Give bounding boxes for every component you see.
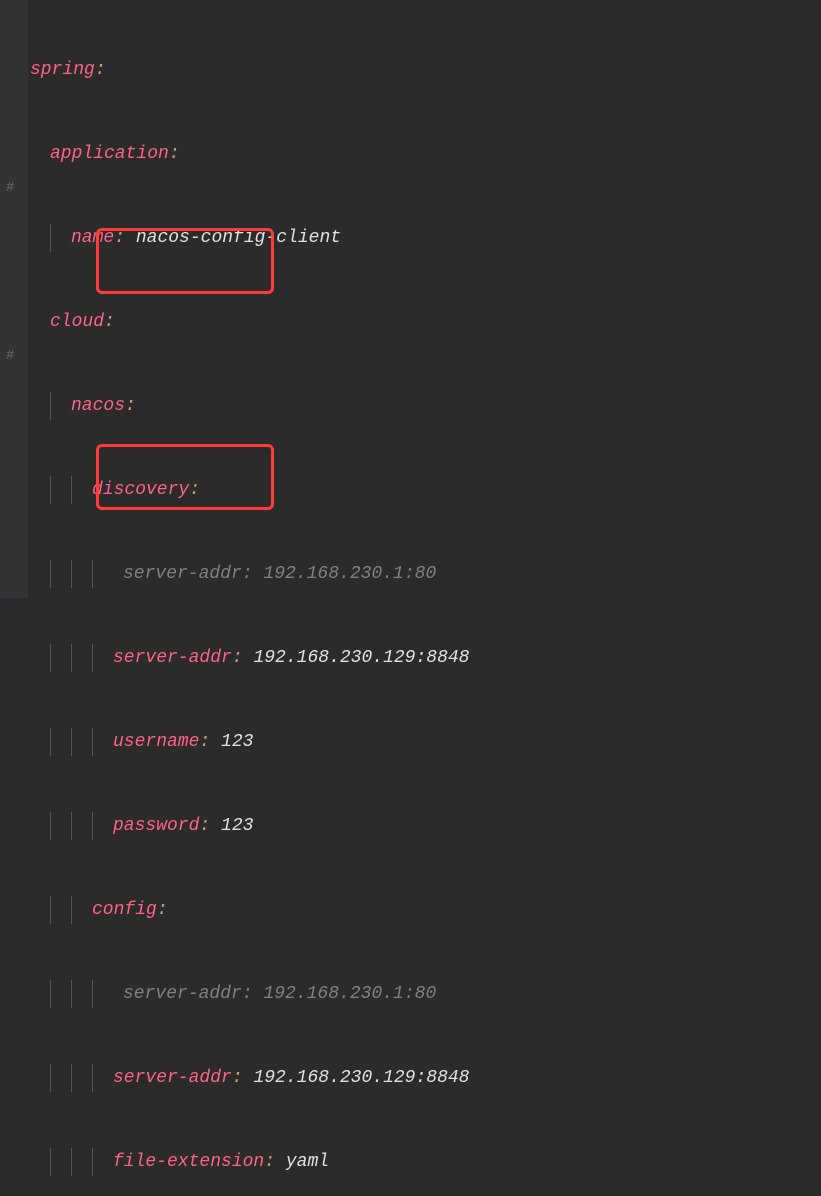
yaml-line: server-addr: 192.168.230.1:80: [30, 560, 792, 588]
colon: :: [232, 1064, 243, 1092]
colon: :: [199, 812, 210, 840]
colon: :: [95, 56, 106, 84]
yaml-value: nacos-config-client: [136, 224, 341, 252]
yaml-key: server-addr: [113, 644, 232, 672]
colon: :: [157, 896, 168, 924]
code-editor[interactable]: spring: application: name: nacos-config-…: [30, 0, 792, 1196]
yaml-line: nacos:: [30, 392, 792, 420]
yaml-value: 123: [221, 812, 253, 840]
yaml-comment: server-addr: 192.168.230.1:80: [123, 560, 436, 588]
yaml-line: password: 123: [30, 812, 792, 840]
gutter-hash-icon: #: [6, 342, 14, 370]
yaml-key: spring: [30, 56, 95, 84]
colon: :: [104, 308, 115, 336]
yaml-key: password: [113, 812, 199, 840]
yaml-value: 192.168.230.129:8848: [253, 1064, 469, 1092]
yaml-line: discovery:: [30, 476, 792, 504]
yaml-line: config:: [30, 896, 792, 924]
yaml-key: discovery: [92, 476, 189, 504]
yaml-line: cloud:: [30, 308, 792, 336]
yaml-key: file-extension: [113, 1148, 264, 1176]
yaml-value: yaml: [286, 1148, 329, 1176]
colon: :: [199, 728, 210, 756]
gutter-hash-icon: #: [6, 174, 14, 202]
colon: :: [189, 476, 200, 504]
yaml-value: 192.168.230.129:8848: [253, 644, 469, 672]
colon: :: [232, 644, 243, 672]
yaml-line: name: nacos-config-client: [30, 224, 792, 252]
yaml-key: application: [50, 140, 169, 168]
yaml-key: name: [71, 224, 114, 252]
yaml-line: file-extension: yaml: [30, 1148, 792, 1176]
yaml-key: config: [92, 896, 157, 924]
colon: :: [264, 1148, 275, 1176]
colon: :: [125, 392, 136, 420]
yaml-line: username: 123: [30, 728, 792, 756]
yaml-value: 123: [221, 728, 253, 756]
yaml-key: username: [113, 728, 199, 756]
yaml-key: nacos: [71, 392, 125, 420]
yaml-line: server-addr: 192.168.230.1:80: [30, 980, 792, 1008]
yaml-line: server-addr: 192.168.230.129:8848: [30, 1064, 792, 1092]
colon: :: [169, 140, 180, 168]
yaml-line: spring:: [30, 56, 792, 84]
yaml-line: application:: [30, 140, 792, 168]
yaml-key: cloud: [50, 308, 104, 336]
yaml-value: [125, 224, 136, 252]
colon: :: [114, 224, 125, 252]
yaml-key: server-addr: [113, 1064, 232, 1092]
yaml-comment: server-addr: 192.168.230.1:80: [123, 980, 436, 1008]
editor-gutter: # #: [0, 0, 28, 598]
yaml-line: server-addr: 192.168.230.129:8848: [30, 644, 792, 672]
